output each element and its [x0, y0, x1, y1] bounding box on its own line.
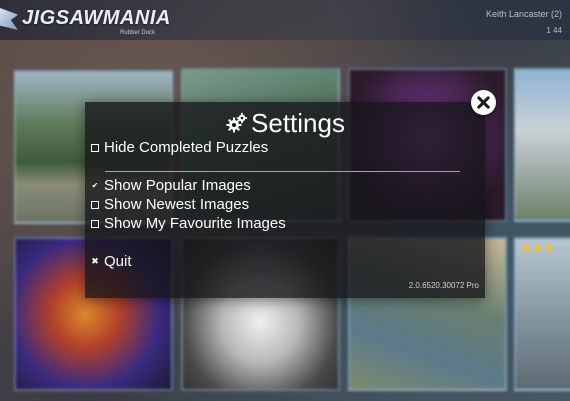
user-name[interactable]: Keith Lancaster (2): [486, 9, 562, 19]
option-label: Show Popular Images: [104, 177, 251, 194]
rating-stars: ★★★: [520, 240, 556, 256]
user-stat: 1 44: [546, 26, 562, 35]
option-label: Hide Completed Puzzles: [104, 139, 269, 156]
option-hide-completed[interactable]: Hide Completed Puzzles: [91, 139, 268, 156]
app-logo: JIGSAWMANIA: [22, 7, 171, 29]
puzzle-tile[interactable]: [514, 237, 570, 391]
checkbox[interactable]: [91, 219, 99, 228]
divider: [105, 171, 460, 172]
close-x-icon: ✖: [91, 256, 99, 266]
quit-label: Quit: [104, 253, 132, 270]
option-show-newest[interactable]: Show Newest Images: [91, 196, 249, 213]
top-bar: JIGSAWMANIA Rubber Duck Keith Lancaster …: [0, 0, 570, 40]
checkbox[interactable]: [91, 200, 99, 209]
option-show-popular[interactable]: ✔ Show Popular Images: [91, 177, 251, 194]
version-label: 2.0.6520.30072 Pro: [408, 281, 479, 290]
dialog-title-text: Settings: [251, 107, 345, 138]
gears-icon: [226, 112, 248, 133]
logo-icon: [0, 8, 18, 30]
checkbox-checked[interactable]: ✔: [91, 181, 99, 190]
settings-dialog: Settings Hide Completed Puzzles ✔ Show P…: [85, 90, 496, 298]
option-label: Show Newest Images: [104, 196, 250, 213]
dialog-title: Settings: [85, 106, 485, 140]
puzzle-tile[interactable]: [514, 68, 570, 222]
logo-subtitle: Rubber Duck: [120, 30, 156, 36]
option-show-favourites[interactable]: Show My Favourite Images: [91, 215, 286, 232]
option-label: Show My Favourite Images: [104, 215, 286, 232]
quit-button[interactable]: ✖ Quit: [91, 253, 132, 270]
checkbox[interactable]: [91, 143, 99, 152]
